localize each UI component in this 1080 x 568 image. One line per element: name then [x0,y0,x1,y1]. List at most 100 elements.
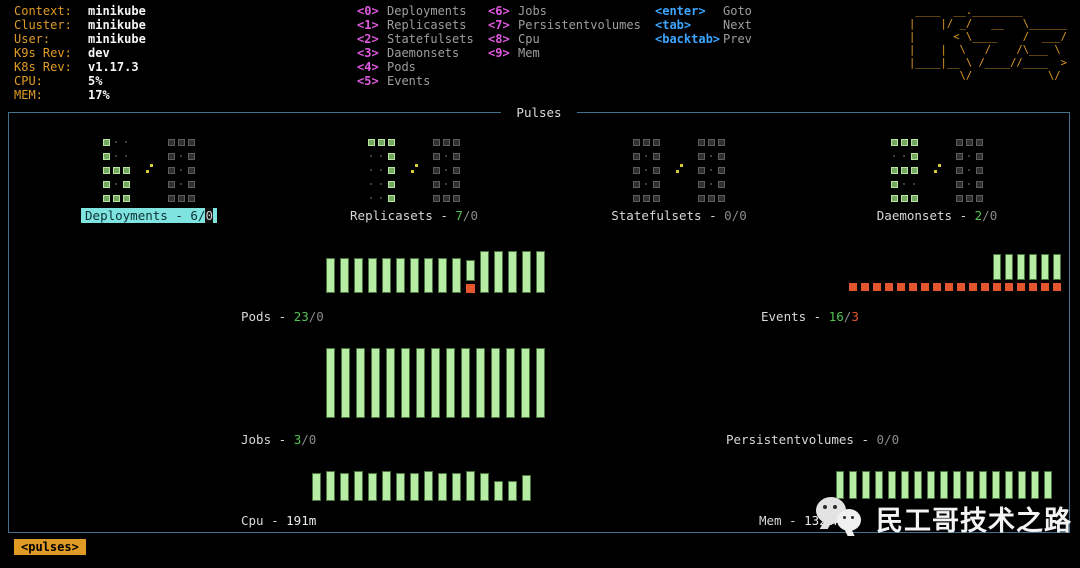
label-text: / [301,432,309,447]
menu-label: Goto [723,4,752,18]
bar [382,471,391,501]
bar [888,471,896,499]
bar [1017,254,1025,291]
bar [953,471,961,499]
bar [396,258,405,293]
hotkey: <3> [357,46,379,60]
block-digit [956,139,983,202]
bar [480,473,489,501]
label-text: Persistentvolumes - [726,432,877,447]
bar [431,348,440,418]
label-text: 0 [891,432,900,447]
pulse-label-jobs[interactable]: Jobs - 3/0 [241,432,316,447]
label-text: Cpu - [241,513,287,528]
pulse-label-pods[interactable]: Pods - 23/0 [241,309,324,324]
bar [885,283,893,291]
bar [368,473,377,501]
bar [940,471,948,499]
pulse-label-deployments[interactable]: Deployments - 6/0 [81,208,217,223]
bar [452,258,461,293]
pulse-label-cpu[interactable]: Cpu - 191m [241,513,316,528]
menu-item-pods[interactable]: <4> Pods [357,60,474,74]
menu-item-persistentvolumes[interactable]: <7> Persistentvolumes [488,18,641,32]
bar [901,471,909,499]
pulse-tile-replicasets[interactable]: Replicasets - 7/0 [344,139,484,223]
pulse-tile-daemonsets[interactable]: Daemonsets - 2/0 [871,139,1003,223]
bar [993,254,1001,291]
bar [536,348,545,418]
info-value: minikube [88,32,146,46]
info-label: K9s Rev: [14,46,72,60]
label-text: 6 [190,208,198,223]
pods-bar-chart[interactable] [326,251,545,293]
bar [1044,471,1052,499]
label-text: Daemonsets - [876,208,975,223]
bar [969,283,977,291]
menu-item-jobs[interactable]: <6> Jobs [488,4,641,18]
hotkey: <8> [488,32,510,46]
bar [536,251,545,293]
deployments-counter [103,139,195,202]
menu-item-mem[interactable]: <9> Mem [488,46,641,60]
watermark: 民工哥技术之路 [816,497,1072,539]
bar [340,258,349,293]
menu-item-prev[interactable]: <backtab> Prev [655,32,752,46]
block-digit [633,139,660,202]
bar [416,348,425,418]
label-text: 191m [286,513,317,528]
menu-label: Cpu [518,32,540,46]
bar [861,283,869,291]
bar [326,258,335,293]
label-text: 7 [455,208,463,223]
menu-label: Pods [387,60,416,74]
jobs-bar-chart[interactable] [326,348,545,418]
menu-item-daemonsets[interactable]: <3> Daemonsets [357,46,474,60]
hotkey: <6> [488,4,510,18]
pulse-tile-deployments[interactable]: Deployments - 6/0 [79,139,219,223]
menu-item-deployments[interactable]: <0> Deployments [357,4,474,18]
info-value: minikube [88,18,146,32]
info-label: MEM: [14,88,43,102]
menu-label: Statefulsets [387,32,474,46]
menu-item-cpu[interactable]: <8> Cpu [488,32,641,46]
pulse-label-daemonsets[interactable]: Daemonsets - 2/0 [877,208,997,223]
breadcrumb-pulses[interactable]: <pulses> [14,539,86,555]
bar [1005,254,1013,291]
hotkey: <tab> [655,18,692,32]
menu-item-next[interactable]: <tab> Next [655,18,752,32]
mem-bar-chart[interactable] [836,471,1052,499]
bar [382,258,391,293]
cpu-bar-chart[interactable] [312,471,531,501]
bar [424,258,433,293]
block-digit [891,139,918,202]
bar [836,471,844,499]
bar [506,348,515,418]
bar [354,471,363,501]
info-value: minikube [88,4,146,18]
bar [1029,254,1037,291]
menu-item-events[interactable]: <5> Events [357,74,474,88]
label-text: Statefulsets - [611,208,725,223]
label-text: Events - [761,309,829,324]
info-cluster: Cluster: minikube [14,18,146,32]
info-k9s-rev: K9s Rev: dev [14,46,146,60]
pulse-label-persistentvolumes[interactable]: Persistentvolumes - 0/0 [726,432,899,447]
label-text: 0 [470,208,478,223]
block-digit [103,139,130,202]
bar [862,471,870,499]
pulse-label-events[interactable]: Events - 16/3 [761,309,859,324]
menu-item-statefulsets[interactable]: <2> Statefulsets [357,32,474,46]
bar [354,258,363,293]
menu-item-replicasets[interactable]: <1> Replicasets [357,18,474,32]
bar [452,473,461,501]
menu-column-resources-1: <0> Deployments <1> Replicasets <2> Statefu… [357,4,474,88]
menu-item-goto[interactable]: <enter> Goto [655,4,752,18]
info-label: User: [14,32,51,46]
bar [368,258,377,293]
label-text: 0 [876,432,885,447]
pulse-label-replicasets[interactable]: Replicasets - 7/0 [350,208,478,223]
pulse-label-statefulsets[interactable]: Statefulsets - 0/0 [611,208,746,223]
events-bar-chart[interactable] [849,253,1061,291]
bar [476,348,485,418]
pulse-tile-statefulsets[interactable]: Statefulsets - 0/0 [605,139,753,223]
